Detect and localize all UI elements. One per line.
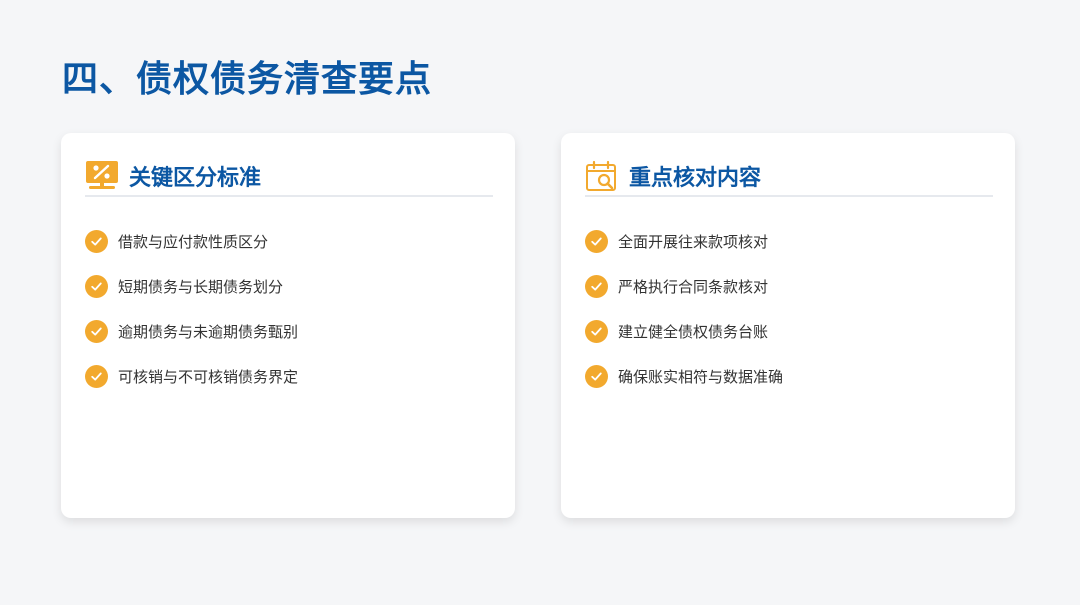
monitor-percent-icon: [85, 160, 119, 192]
criteria-list: 借款与应付款性质区分 短期债务与长期债务划分 逾期债务与未逾期债务甄别 可核销与…: [85, 219, 298, 399]
card-heading: 关键区分标准: [129, 166, 262, 191]
list-item: 可核销与不可核销债务界定: [85, 354, 298, 399]
card-header: 重点核对内容: [585, 157, 993, 197]
check-icon: [85, 230, 108, 253]
check-icon: [585, 365, 608, 388]
list-item: 确保账实相符与数据准确: [585, 354, 783, 399]
list-item: 建立健全债权债务台账: [585, 309, 783, 354]
list-item-label: 可核销与不可核销债务界定: [118, 368, 299, 386]
list-item: 借款与应付款性质区分: [85, 219, 298, 264]
list-item-label: 严格执行合同条款核对: [618, 278, 769, 296]
card-key-checks: 重点核对内容 全面开展往来款项核对 严格执行合同条款核对 建立健全债权债务台账 …: [561, 133, 1015, 518]
list-item: 短期债务与长期债务划分: [85, 264, 298, 309]
list-item-label: 逾期债务与未逾期债务甄别: [118, 323, 299, 341]
check-icon: [85, 275, 108, 298]
card-header: 关键区分标准: [85, 157, 493, 197]
check-icon: [585, 230, 608, 253]
check-icon: [585, 275, 608, 298]
list-item: 全面开展往来款项核对: [585, 219, 783, 264]
card-heading: 重点核对内容: [629, 166, 762, 191]
list-item-label: 全面开展往来款项核对: [618, 233, 769, 251]
checks-list: 全面开展往来款项核对 严格执行合同条款核对 建立健全债权债务台账 确保账实相符与…: [585, 219, 783, 399]
list-item: 严格执行合同条款核对: [585, 264, 783, 309]
list-item-label: 短期债务与长期债务划分: [118, 278, 284, 296]
list-item-label: 确保账实相符与数据准确: [618, 368, 784, 386]
check-icon: [85, 320, 108, 343]
list-item-label: 借款与应付款性质区分: [118, 233, 269, 251]
page-title: 四、债权债务清查要点: [62, 59, 433, 100]
check-icon: [585, 320, 608, 343]
list-item: 逾期债务与未逾期债务甄别: [85, 309, 298, 354]
calendar-search-icon: [585, 160, 619, 192]
list-item-label: 建立健全债权债务台账: [618, 323, 769, 341]
card-key-criteria: 关键区分标准 借款与应付款性质区分 短期债务与长期债务划分 逾期债务与未逾期债务…: [61, 133, 515, 518]
check-icon: [85, 365, 108, 388]
